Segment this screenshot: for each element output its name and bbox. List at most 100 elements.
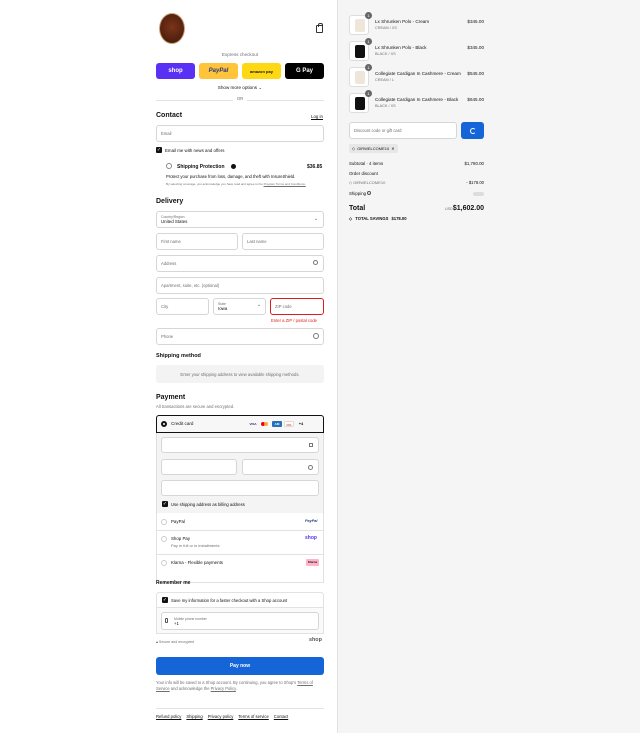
product-image [355, 45, 365, 58]
lock-icon [309, 443, 313, 447]
klarna-radio[interactable] [161, 560, 167, 566]
quantity-badge: 1 [365, 64, 372, 71]
divider [156, 708, 324, 709]
store-logo[interactable] [159, 13, 185, 44]
expiration-field[interactable] [161, 459, 237, 475]
country-select[interactable]: Country/Region United States [156, 211, 324, 228]
paypal-label[interactable]: PayPal [171, 519, 185, 524]
product-name: Collegiate Cardigan In Cashmere - Black [375, 97, 459, 102]
spinner-icon [469, 127, 476, 134]
shipping-method-heading: Shipping method [156, 353, 201, 359]
zip-field[interactable]: ZIP code [270, 298, 324, 315]
lock-icon: 🔒︎ [156, 640, 158, 644]
pay-now-button[interactable]: Pay now [156, 657, 324, 675]
total-value: $1,602.00 [452, 205, 484, 212]
card-brand-icons: VISA AM DIS +4 [246, 421, 306, 427]
product-name: Lx Shrunken Polo - Cream [375, 19, 430, 24]
shipping-link[interactable]: Shipping [186, 714, 202, 719]
footer-links: Refund policy Shipping Privacy policy Te… [156, 714, 288, 719]
chevron-down-icon: ⌄ [314, 216, 319, 222]
mastercard-icon [260, 421, 270, 427]
checkbox-checked-icon[interactable]: ✓ [156, 147, 162, 153]
billing-checkbox-row[interactable]: ✓ Use shipping address as billing address [162, 501, 245, 507]
credit-card-radio[interactable] [161, 421, 167, 427]
save-info-checkbox-row[interactable]: ✓ Save my information for a faster checko… [162, 597, 287, 603]
privacy-link[interactable]: Privacy Policy [211, 686, 236, 691]
shipping-label: Shipping [349, 191, 372, 196]
login-link[interactable]: Log in [311, 114, 323, 119]
shop-pay-logo: shop [305, 535, 317, 541]
amazon-pay-button[interactable]: amazon pay [242, 63, 281, 79]
secure-note: 🔒︎ Secure and encrypted [156, 640, 195, 644]
phone-field[interactable]: Phone [156, 328, 324, 345]
applied-code-chip: ◇ GIRWELCOME10 ✕ [349, 144, 398, 153]
first-name-field[interactable]: First name [156, 233, 238, 250]
city-field[interactable]: City [156, 298, 209, 315]
google-pay-button[interactable]: G Pay [285, 63, 324, 79]
discount-code-field[interactable]: Discount code or gift card [349, 122, 457, 139]
product-price: $545.00 [467, 71, 484, 76]
email-field[interactable]: Email [156, 125, 324, 142]
apply-discount-button[interactable] [461, 122, 484, 139]
program-terms-link[interactable]: Program Terms and Conditions. [264, 182, 306, 186]
subtotal-value: $1,780.00 [464, 161, 484, 166]
mobile-phone-field[interactable]: Mobile phone number +1 [161, 612, 319, 630]
refund-policy-link[interactable]: Refund policy [156, 714, 181, 719]
chevron-down-icon: ⌄ [257, 302, 262, 308]
checkbox-checked-icon[interactable]: ✓ [162, 597, 168, 603]
subtotal-label: Subtotal · 4 items [349, 161, 384, 166]
klarna-label[interactable]: Klarna - Flexible payments [171, 560, 223, 565]
product-variant: CREAM / XS [375, 26, 397, 30]
help-icon [367, 191, 372, 195]
order-summary [337, 0, 640, 733]
total-savings: ◇ TOTAL SAVINGS $178.00 [349, 216, 407, 221]
product-image [355, 97, 365, 110]
product-image [355, 19, 365, 32]
remember-me-heading: Remember me [156, 580, 191, 586]
paypal-button[interactable]: PayPal [199, 63, 238, 79]
protection-title: Shipping Protection [177, 164, 225, 170]
visa-icon: VISA [249, 422, 257, 426]
product-variant: BLACK / XS [375, 52, 396, 56]
product-name: Lx Shrunken Polo - Black [375, 45, 427, 50]
product-image [355, 71, 365, 84]
express-checkout-label: Express checkout [221, 52, 259, 57]
privacy-policy-link[interactable]: Privacy policy [208, 714, 234, 719]
help-icon[interactable] [308, 465, 313, 470]
product-variant: CREAM / L [375, 78, 394, 82]
show-more-options[interactable]: Show more options ⌄ [156, 85, 324, 91]
info-icon[interactable] [231, 164, 236, 169]
remove-code-icon[interactable]: ✕ [391, 146, 394, 151]
product-price: $345.00 [467, 45, 484, 50]
contact-link[interactable]: Contact [274, 714, 288, 719]
quantity-badge: 1 [365, 38, 372, 45]
card-number-field[interactable] [161, 437, 319, 453]
product-price: $345.00 [467, 19, 484, 24]
shipping-method-message: Enter your shipping address to view avai… [156, 365, 324, 383]
terms-of-service-link[interactable]: Terms of service [238, 714, 268, 719]
amex-icon: AM [272, 421, 282, 427]
more-cards-label: +4 [298, 421, 304, 426]
paypal-radio[interactable] [161, 519, 167, 525]
checkout-main: Express checkout shop PayPal amazon pay … [0, 0, 337, 733]
quantity-badge: 1 [365, 90, 372, 97]
name-on-card-field[interactable] [161, 480, 319, 496]
last-name-field[interactable]: Last name [242, 233, 324, 250]
shop-pay-label[interactable]: Shop Pay [171, 536, 190, 541]
divider [156, 530, 324, 531]
shop-pay-subtitle: Pay in full or in installments [171, 543, 220, 548]
help-icon[interactable] [313, 333, 319, 339]
address-field[interactable]: Address [156, 255, 324, 272]
total-label: Total [349, 205, 366, 212]
shop-pay-radio[interactable] [161, 536, 167, 542]
checkbox-checked-icon[interactable]: ✓ [162, 501, 168, 507]
divider [156, 554, 324, 555]
shopping-bag-icon[interactable] [316, 23, 323, 33]
legal-text: Your info will be saved to a Shop accoun… [156, 680, 313, 691]
product-price: $645.00 [467, 97, 484, 102]
discover-icon: DIS [284, 421, 294, 427]
apartment-field[interactable]: Apartment, suite, etc. (optional) [156, 277, 324, 294]
news-checkbox-row[interactable]: ✓ Email me with news and offers [156, 147, 224, 153]
shop-pay-button[interactable]: shop [156, 63, 195, 79]
klarna-badge: Klarna [306, 559, 319, 566]
